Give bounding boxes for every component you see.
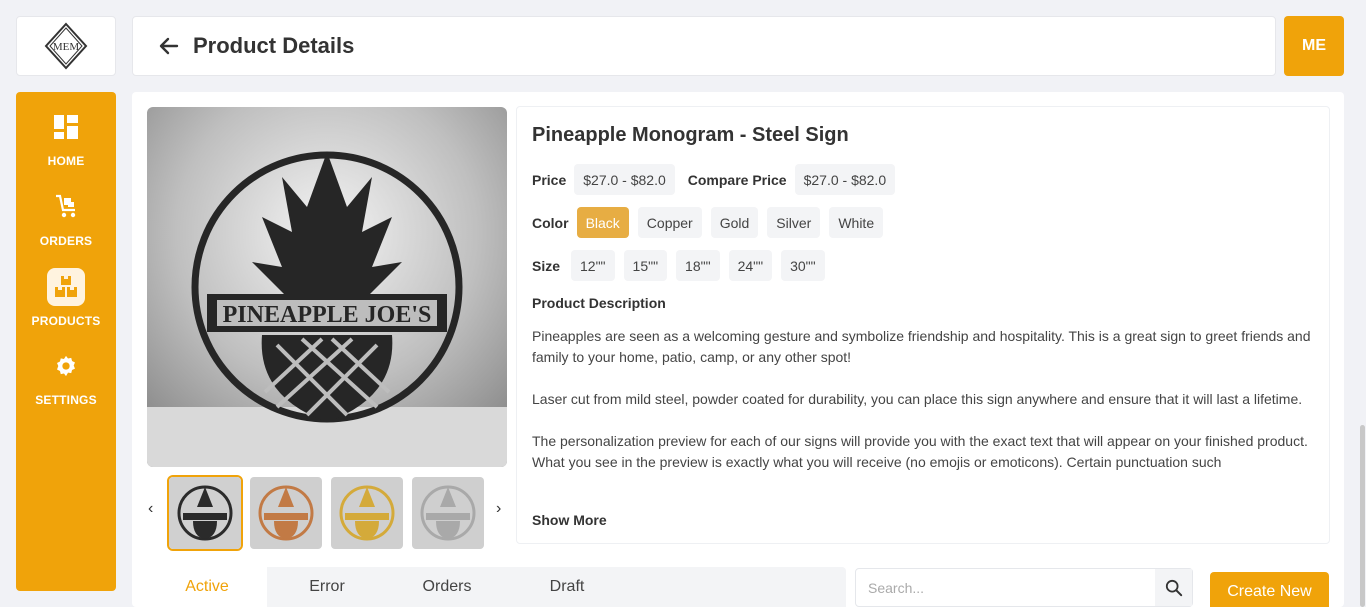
page-scrollbar[interactable]	[1359, 0, 1366, 607]
show-more-button[interactable]: Show More	[532, 512, 607, 528]
sidebar-item-orders[interactable]: ORDERS	[16, 188, 116, 248]
sidebar: HOME ORDERS PRODUCTS SETTINGS	[16, 92, 116, 591]
price-value: $27.0 - $82.0	[574, 164, 675, 195]
product-title: Pineapple Monogram - Steel Sign	[532, 124, 849, 146]
create-new-button[interactable]: Create New	[1210, 572, 1329, 607]
thumbnail-silver[interactable]	[410, 475, 486, 551]
sidebar-item-settings[interactable]: SETTINGS	[16, 347, 116, 407]
svg-text:PINEAPPLE JOE'S: PINEAPPLE JOE'S	[223, 302, 432, 328]
price-label: Price	[532, 171, 567, 188]
description-paragraph: Pineapples are seen as a welcoming gestu…	[532, 328, 1311, 365]
search-icon	[1165, 579, 1182, 596]
product-description: Pineapples are seen as a welcoming gestu…	[532, 326, 1322, 492]
arrow-left-icon	[159, 37, 179, 55]
boxes-icon	[47, 268, 85, 306]
color-row: Color Black Copper Gold Silver White	[532, 207, 892, 238]
thumbnail-copper[interactable]	[248, 475, 324, 551]
scrollbar-thumb[interactable]	[1360, 425, 1365, 607]
dashboard-icon	[47, 108, 85, 146]
thumbnail-next-button[interactable]: ›	[496, 500, 501, 518]
product-image: PINEAPPLE JOE'S	[147, 107, 507, 467]
back-button[interactable]	[157, 34, 181, 58]
sidebar-item-label: SETTINGS	[35, 393, 97, 407]
price-row: Price $27.0 - $82.0 Compare Price $27.0 …	[532, 164, 904, 195]
size-option-12[interactable]: 12""	[571, 250, 615, 281]
compare-price-value: $27.0 - $82.0	[794, 164, 896, 195]
page-header: Product Details	[132, 16, 1276, 76]
tab-active[interactable]: Active	[147, 567, 267, 607]
color-option-copper[interactable]: Copper	[637, 207, 702, 238]
color-option-gold[interactable]: Gold	[710, 207, 759, 238]
size-option-30[interactable]: 30""	[781, 250, 825, 281]
thumbnail-black[interactable]	[167, 475, 243, 551]
gear-icon	[47, 347, 85, 385]
size-option-15[interactable]: 15""	[623, 250, 668, 281]
tab-orders[interactable]: Orders	[387, 567, 507, 607]
compare-price-label: Compare Price	[687, 171, 787, 188]
description-heading: Product Description	[532, 295, 666, 311]
logo[interactable]: MEM	[16, 16, 116, 76]
sidebar-item-home[interactable]: HOME	[16, 108, 116, 168]
cart-icon	[47, 188, 85, 226]
page-title: Product Details	[193, 33, 355, 58]
color-option-black[interactable]: Black	[576, 207, 629, 238]
sidebar-item-label: HOME	[47, 154, 85, 168]
sidebar-item-products[interactable]: PRODUCTS	[16, 268, 116, 328]
brand-logo-icon: MEM	[44, 22, 88, 70]
thumbnail-prev-button[interactable]: ‹	[148, 500, 153, 518]
description-paragraph: The personalization preview for each of …	[532, 433, 1308, 470]
description-paragraph: Laser cut from mild steel, powder coated…	[532, 391, 1303, 407]
search-button[interactable]	[1155, 569, 1192, 606]
tab-error[interactable]: Error	[267, 567, 387, 607]
sidebar-item-label: PRODUCTS	[31, 314, 101, 328]
color-option-silver[interactable]: Silver	[767, 207, 821, 238]
search-input[interactable]	[856, 569, 1156, 606]
color-label: Color	[532, 214, 569, 231]
color-option-white[interactable]: White	[829, 207, 884, 238]
product-status-tabs: Active Error Orders Draft	[147, 567, 846, 607]
size-option-24[interactable]: 24""	[728, 250, 773, 281]
user-avatar[interactable]: ME	[1284, 16, 1344, 76]
search-box	[855, 568, 1193, 607]
sidebar-item-label: ORDERS	[39, 234, 93, 248]
svg-text:MEM: MEM	[53, 41, 80, 53]
tab-draft[interactable]: Draft	[507, 567, 627, 607]
size-row: Size 12"" 15"" 18"" 24"" 30""	[532, 250, 834, 281]
thumbnail-gold[interactable]	[329, 475, 405, 551]
size-label: Size	[532, 257, 561, 274]
size-option-18[interactable]: 18""	[676, 250, 720, 281]
